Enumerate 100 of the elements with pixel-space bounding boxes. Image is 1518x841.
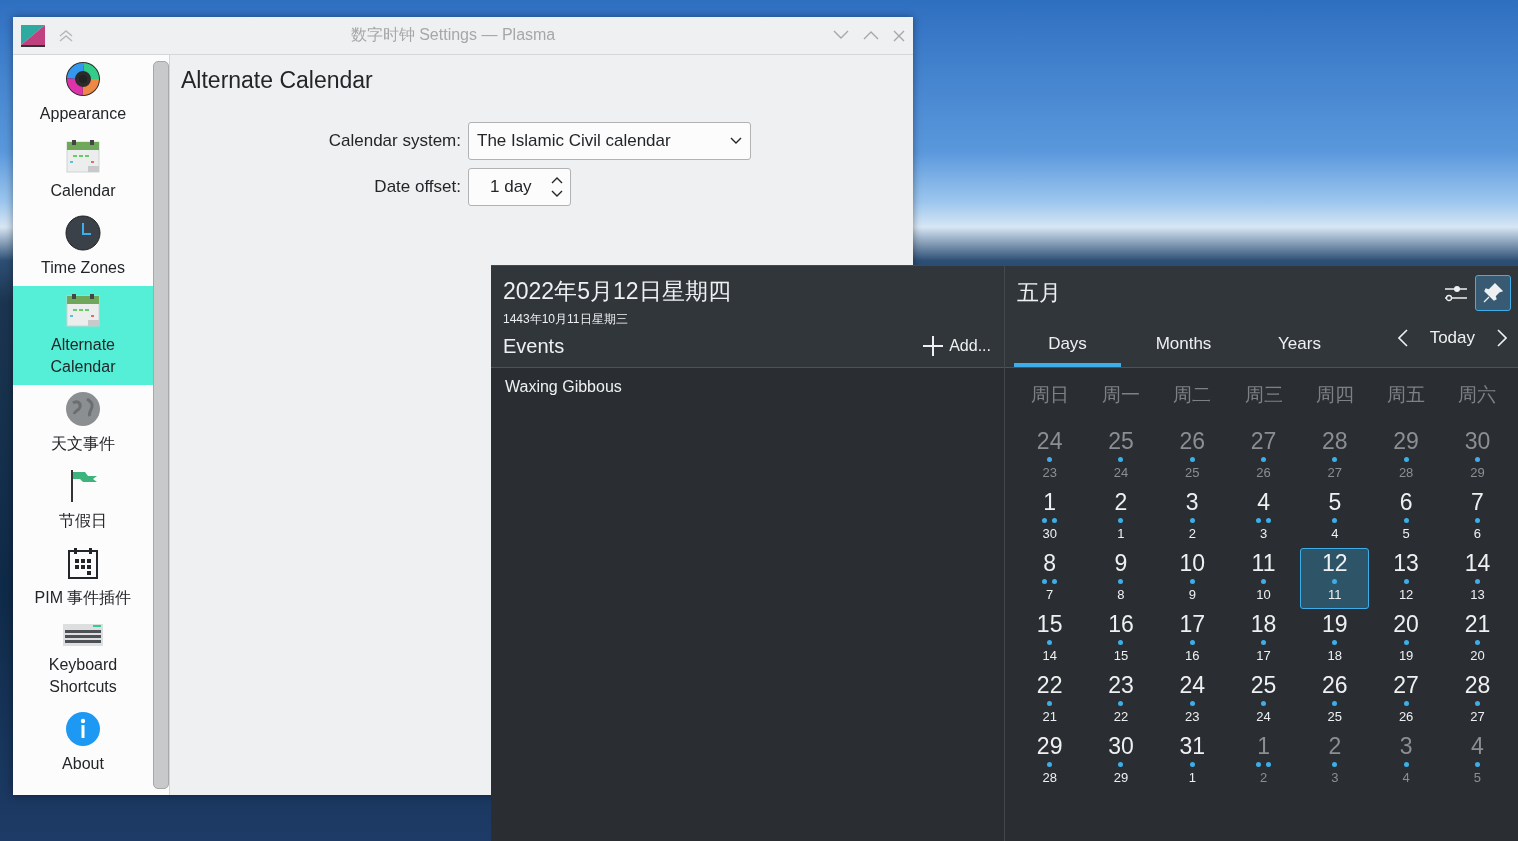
- close-icon[interactable]: [893, 29, 905, 42]
- alternate-day-number: 19: [1398, 648, 1414, 663]
- day-number: 25: [1250, 672, 1277, 698]
- events-heading: Events: [503, 334, 565, 358]
- day-cell[interactable]: 2 1: [1086, 487, 1156, 548]
- view-tab[interactable]: Years: [1246, 314, 1353, 367]
- event-dots-icon: [1261, 699, 1267, 707]
- event-dots-icon: [1042, 516, 1058, 524]
- event-dots-icon: [1403, 638, 1409, 646]
- day-cell[interactable]: 26 25: [1157, 426, 1227, 487]
- alternate-day-number: 1: [1117, 526, 1125, 541]
- day-cell[interactable]: 11 10: [1228, 548, 1299, 609]
- sidebar-item[interactable]: Time Zones: [13, 209, 153, 286]
- minimize-icon[interactable]: [833, 29, 849, 40]
- caret-icon: [730, 137, 742, 145]
- day-cell[interactable]: 13 12: [1371, 548, 1441, 609]
- view-tab[interactable]: Months: [1130, 314, 1237, 367]
- day-cell[interactable]: 31 1: [1157, 731, 1227, 792]
- day-number: 13: [1393, 550, 1419, 576]
- day-cell[interactable]: 20 19: [1371, 609, 1441, 670]
- sliders-icon[interactable]: [1445, 283, 1467, 303]
- day-number: 7: [1471, 489, 1484, 515]
- sidebar-item[interactable]: Keyboard Shortcuts: [13, 616, 153, 705]
- day-cell[interactable]: 1 2: [1228, 731, 1299, 792]
- day-cell[interactable]: 21 20: [1442, 609, 1513, 670]
- sidebar-item[interactable]: Alternate Calendar: [13, 286, 153, 385]
- event-dots-icon: [1256, 516, 1272, 524]
- view-tab[interactable]: Days: [1014, 314, 1121, 367]
- day-cell[interactable]: 29 28: [1015, 731, 1085, 792]
- date-offset-spinbox[interactable]: 1 day: [468, 168, 571, 206]
- alternate-day-number: 23: [1185, 709, 1200, 724]
- calendar-system-dropdown[interactable]: The Islamic Civil calendar: [468, 122, 751, 160]
- day-cell[interactable]: 7 6: [1442, 487, 1513, 548]
- day-cell[interactable]: 23 22: [1086, 670, 1156, 731]
- alternate-day-number: 2: [1259, 770, 1268, 785]
- day-cell[interactable]: 24 23: [1015, 426, 1085, 487]
- chevron-up-icon[interactable]: [59, 29, 73, 42]
- day-cell[interactable]: 1 30: [1015, 487, 1085, 548]
- day-cell[interactable]: 28 27: [1442, 670, 1513, 731]
- sidebar-item[interactable]: Calendar: [13, 132, 153, 209]
- day-cell[interactable]: 15 14: [1015, 609, 1085, 670]
- day-cell[interactable]: 6 5: [1371, 487, 1441, 548]
- day-cell[interactable]: 4 5: [1442, 731, 1513, 792]
- spin-arrows-icon: [550, 175, 564, 199]
- event-dots-icon: [1403, 455, 1409, 463]
- alternate-day-number: 30: [1042, 526, 1057, 541]
- scrollbar-handle[interactable]: [153, 61, 169, 789]
- event-dots-icon: [1332, 455, 1338, 463]
- day-number: 9: [1114, 550, 1128, 576]
- event-dots-icon: [1189, 699, 1195, 707]
- field-label: Calendar system:: [328, 131, 461, 151]
- day-cell[interactable]: 3 4: [1371, 731, 1441, 792]
- day-cell[interactable]: 9 8: [1086, 548, 1156, 609]
- day-cell[interactable]: 18 17: [1228, 609, 1299, 670]
- today-button[interactable]: Today: [1423, 327, 1481, 348]
- day-cell[interactable]: 14 13: [1442, 548, 1513, 609]
- sidebar-item-label: Time Zones: [41, 258, 125, 278]
- sidebar-item[interactable]: 节假日: [13, 462, 153, 539]
- alternate-day-number: 10: [1256, 587, 1271, 602]
- day-number: 3: [1185, 489, 1199, 515]
- day-cell[interactable]: 2 3: [1300, 731, 1370, 792]
- day-cell[interactable]: 3 2: [1157, 487, 1227, 548]
- day-cell[interactable]: 28 27: [1300, 426, 1370, 487]
- maximize-icon[interactable]: [863, 29, 879, 40]
- day-cell[interactable]: 5 4: [1300, 487, 1370, 548]
- day-cell[interactable]: 27 26: [1228, 426, 1299, 487]
- previous-icon[interactable]: [1397, 328, 1408, 347]
- sidebar-item[interactable]: PIM 事件插件: [13, 539, 153, 616]
- day-cell[interactable]: 17 16: [1157, 609, 1227, 670]
- day-number: 20: [1393, 611, 1419, 637]
- day-cell[interactable]: 12 11: [1300, 548, 1370, 609]
- day-cell[interactable]: 4 3: [1228, 487, 1299, 548]
- sidebar-item[interactable]: Appearance: [13, 55, 153, 132]
- day-cell[interactable]: 24 23: [1157, 670, 1227, 731]
- event-dots-icon: [1189, 516, 1195, 524]
- day-cell[interactable]: 8 7: [1015, 548, 1085, 609]
- day-cell[interactable]: 27 26: [1371, 670, 1441, 731]
- day-cell[interactable]: 16 15: [1086, 609, 1156, 670]
- pin-button[interactable]: [1475, 275, 1511, 311]
- day-cell[interactable]: 19 18: [1300, 609, 1370, 670]
- sidebar-item[interactable]: 天文事件: [13, 385, 153, 462]
- day-cell[interactable]: 25 24: [1086, 426, 1156, 487]
- day-cell[interactable]: 30 29: [1442, 426, 1513, 487]
- day-number: 21: [1464, 611, 1491, 637]
- day-cell[interactable]: 22 21: [1015, 670, 1085, 731]
- info-icon: [65, 711, 101, 747]
- alternate-day-number: 26: [1398, 709, 1414, 724]
- add-event-button[interactable]: Add...: [921, 334, 993, 358]
- day-cell[interactable]: 30 29: [1086, 731, 1156, 792]
- event-dots-icon: [1042, 577, 1058, 585]
- day-cell[interactable]: 26 25: [1300, 670, 1370, 731]
- weekday-label: 周四: [1314, 383, 1355, 407]
- pin-icon: [1483, 283, 1503, 303]
- sidebar-item[interactable]: About: [13, 705, 153, 782]
- alternate-day-number: 6: [1473, 526, 1482, 541]
- day-cell[interactable]: 29 28: [1371, 426, 1441, 487]
- day-cell[interactable]: 25 24: [1228, 670, 1299, 731]
- event-dots-icon: [1403, 516, 1409, 524]
- day-cell[interactable]: 10 9: [1157, 548, 1227, 609]
- next-icon[interactable]: [1497, 328, 1507, 347]
